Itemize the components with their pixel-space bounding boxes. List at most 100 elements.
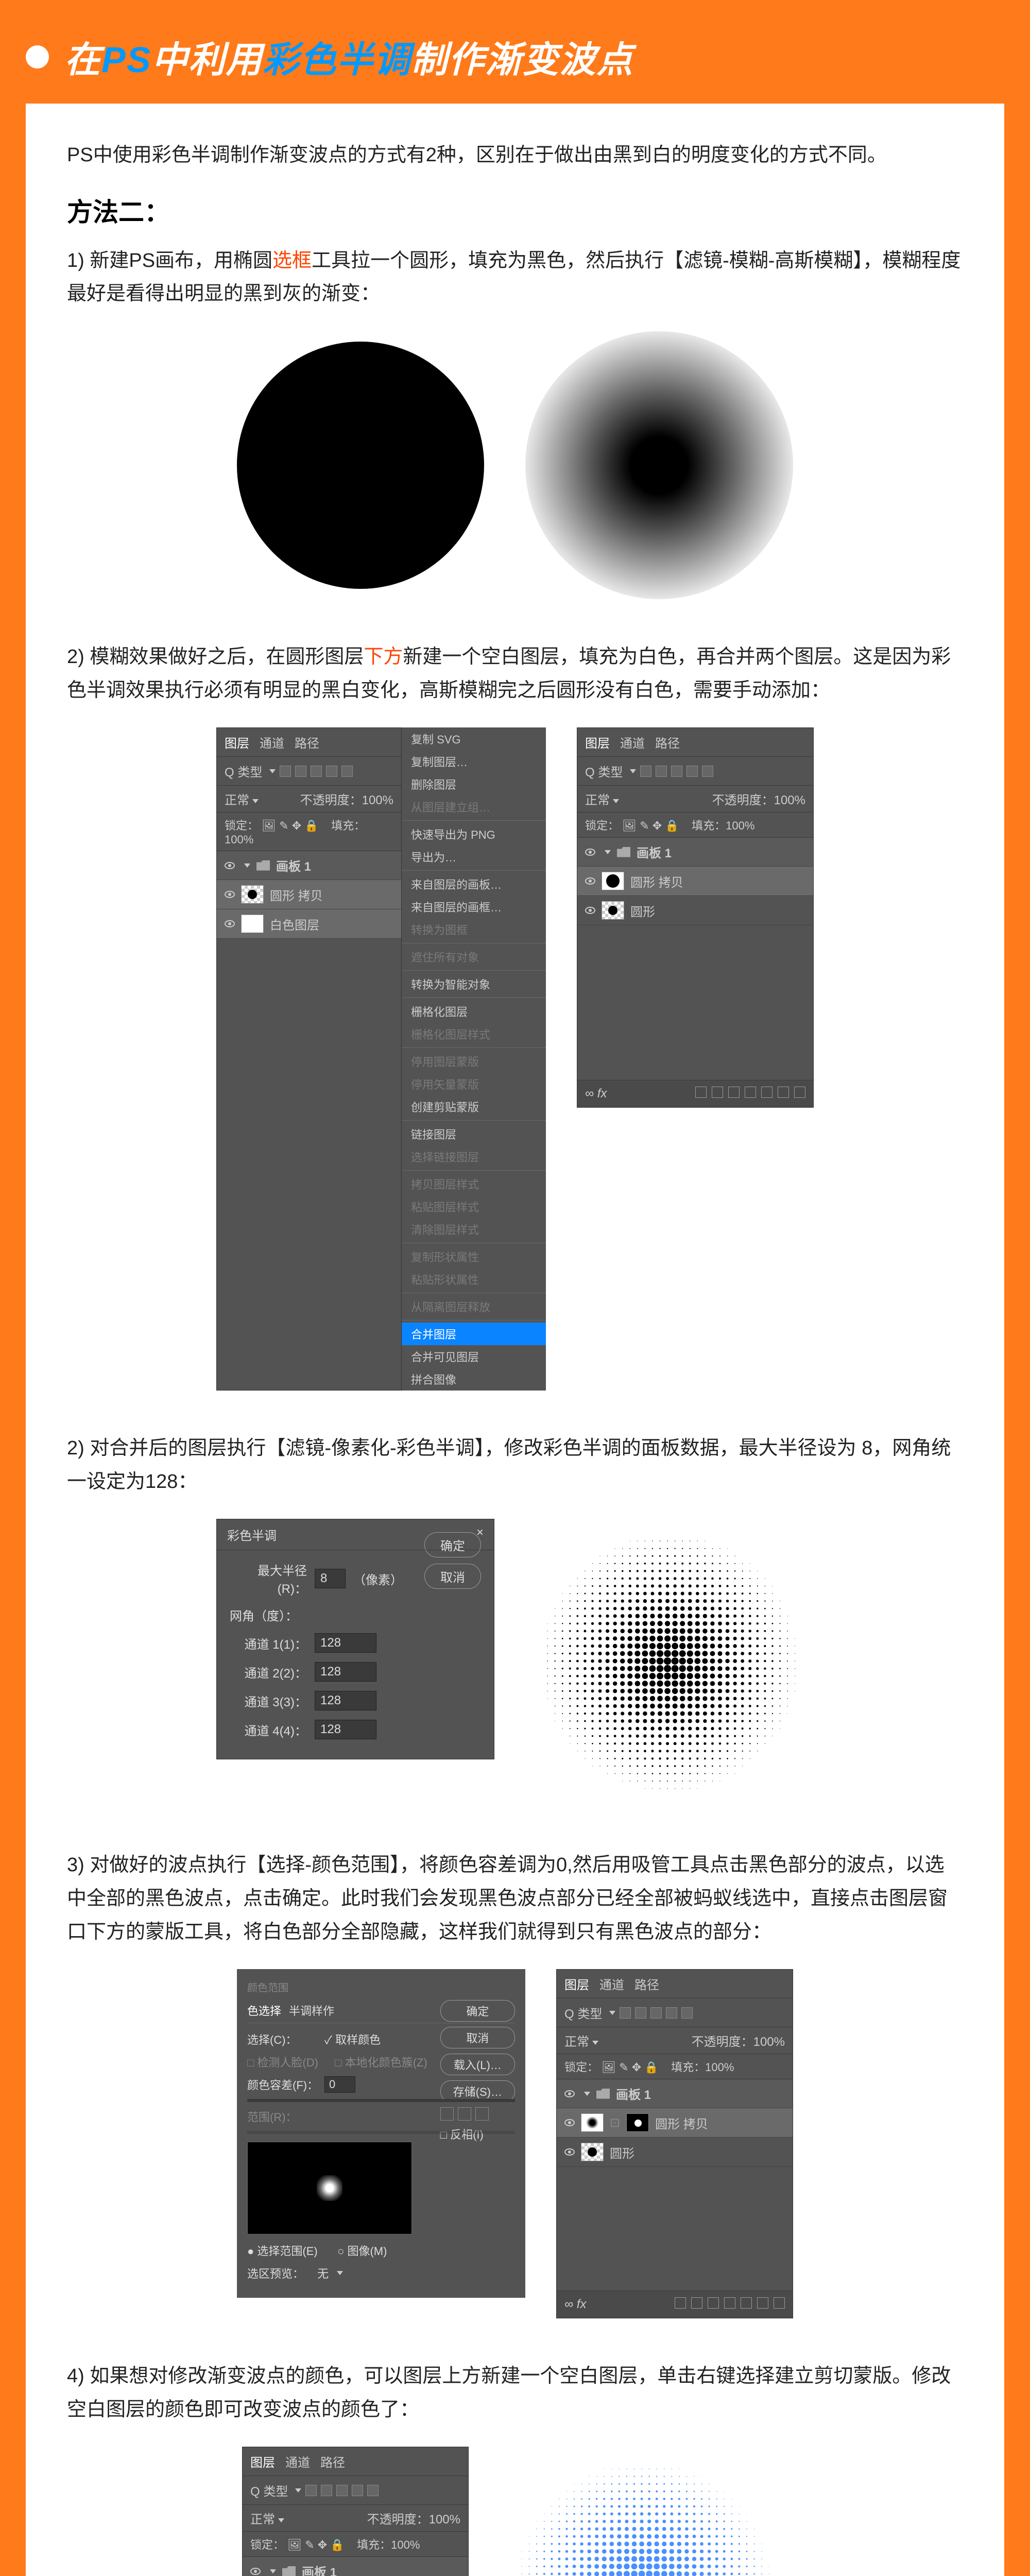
cancel-button[interactable]: 取消 [424,1564,481,1589]
menu-item[interactable]: 转换为智能对象 [402,973,546,995]
chevron-down-icon[interactable] [270,2569,276,2573]
adjustment-icon[interactable] [724,2297,735,2309]
visibility-icon[interactable] [564,2090,575,2097]
ok-button[interactable]: 确定 [440,2000,515,2022]
tab[interactable]: 色选择 [247,2002,281,2019]
new-layer-icon[interactable] [757,2297,768,2309]
radio[interactable]: ○ 图像(M) [337,2242,387,2259]
filter-icon[interactable] [702,766,713,777]
visibility-icon[interactable] [585,877,595,885]
filter-icon[interactable] [656,766,667,777]
filter-icon[interactable] [635,2007,646,2019]
fuzziness-slider[interactable] [247,2099,515,2102]
filter-icon[interactable] [321,2485,332,2496]
chevron-down-icon[interactable] [337,2271,343,2275]
blend-mode[interactable]: 正常 [564,2035,589,2049]
layer-group[interactable]: 画板 1 [217,851,401,880]
tab-paths[interactable]: 路径 [634,1975,659,1993]
tab-paths[interactable]: 路径 [655,733,680,751]
visibility-icon[interactable] [585,907,595,914]
checkbox[interactable]: □ 本地化颜色簇(Z) [335,2054,427,2070]
invert-checkbox[interactable]: □ 反相(I) [440,2126,515,2142]
tab-channels[interactable]: 通道 [285,2452,310,2470]
preview-dropdown[interactable]: 无 [317,2265,329,2281]
visibility-icon[interactable] [564,2119,575,2126]
visibility-icon[interactable] [585,849,595,856]
opacity-value[interactable]: 100% [429,2513,460,2527]
menu-item[interactable]: 来自图层的画框… [402,895,546,918]
folder-icon[interactable] [741,2297,752,2309]
filter-icon[interactable] [367,2485,379,2496]
opacity-value[interactable]: 100% [753,2035,785,2049]
channel-input[interactable]: 128 [315,1691,376,1710]
link-icon[interactable] [675,2297,686,2309]
menu-item[interactable]: 复制 SVG [402,727,546,750]
opacity-value[interactable]: 100% [774,793,805,807]
tab-layers[interactable]: 图层 [225,733,249,751]
menu-item[interactable]: 创建剪贴蒙版 [402,1095,546,1118]
select-dropdown[interactable]: ✓ 取样颜色 [324,2031,381,2047]
menu-item[interactable]: 链接图层 [402,1123,546,1145]
visibility-icon[interactable] [225,920,235,927]
channel-input[interactable]: 128 [315,1633,376,1653]
chevron-down-icon[interactable] [244,863,250,868]
visibility-icon[interactable] [564,2148,575,2156]
max-radius-input[interactable]: 8 [315,1569,346,1588]
new-layer-icon[interactable] [778,1087,789,1098]
chevron-down-icon[interactable] [592,2041,598,2045]
tab-paths[interactable]: 路径 [320,2452,345,2470]
filter-icon[interactable] [341,766,353,777]
cancel-button[interactable]: 取消 [440,2027,515,2048]
tab-layers[interactable]: 图层 [585,733,610,751]
visibility-icon[interactable] [250,2568,261,2575]
layer-group[interactable]: 画板 1 [243,2557,468,2576]
menu-item[interactable]: 拼合图像 [402,1368,546,1391]
range-slider[interactable] [247,2131,515,2134]
filter-icon[interactable] [305,2485,317,2496]
menu-item[interactable]: 删除图层 [402,773,546,795]
menu-item[interactable]: 合并图层 [402,1323,546,1345]
adjustment-icon[interactable] [745,1087,756,1098]
tab-channels[interactable]: 通道 [620,733,645,751]
channel-input[interactable]: 128 [315,1720,376,1739]
chevron-down-icon[interactable] [584,2092,590,2096]
menu-item[interactable]: 来自图层的画板… [402,873,546,895]
filter-icon[interactable] [681,2007,693,2019]
tab[interactable]: 半调样作 [289,2002,334,2019]
link-icon[interactable] [695,1087,707,1098]
fx-icon[interactable] [691,2297,702,2309]
mask-icon[interactable] [708,2297,719,2309]
fx-icon[interactable] [712,1087,723,1098]
filter-icon[interactable] [295,766,306,777]
chevron-down-icon[interactable] [630,769,636,773]
checkbox[interactable]: □ 检测人脸(D) [247,2054,318,2070]
radio[interactable]: ● 选择范围(E) [247,2242,318,2259]
menu-item[interactable]: 栅格化图层 [402,1000,546,1023]
mask-icon[interactable] [728,1087,740,1098]
chevron-down-icon[interactable] [613,799,619,803]
filter-icon[interactable] [311,766,322,777]
menu-item[interactable]: 合并可见图层 [402,1345,546,1368]
menu-item[interactable]: 复制图层… [402,750,546,773]
trash-icon[interactable] [774,2297,785,2309]
chevron-down-icon[interactable] [605,850,611,854]
layer-group[interactable]: 画板 1 [577,838,813,867]
chevron-down-icon[interactable] [295,2488,301,2493]
visibility-icon[interactable] [225,891,235,898]
filter-icon[interactable] [336,2485,348,2496]
visibility-icon[interactable] [225,862,235,869]
channel-input[interactable]: 128 [315,1662,376,1682]
filter-icon[interactable] [620,2007,631,2019]
layer-row[interactable]: 圆形 [557,2138,793,2167]
filter-icon[interactable] [280,766,291,777]
tab-layers[interactable]: 图层 [250,2452,275,2470]
chevron-down-icon[interactable] [278,2518,284,2522]
layer-row[interactable]: ⊡ 圆形 拷贝 [557,2108,793,2138]
folder-icon[interactable] [761,1087,772,1098]
tab-layers[interactable]: 图层 [564,1975,589,1993]
menu-item[interactable]: 导出为… [402,845,546,868]
trash-icon[interactable] [794,1087,805,1098]
chevron-down-icon[interactable] [609,2011,615,2015]
fuzziness-input[interactable]: 0 [324,2076,355,2093]
eyedropper-icon[interactable] [440,2107,454,2121]
